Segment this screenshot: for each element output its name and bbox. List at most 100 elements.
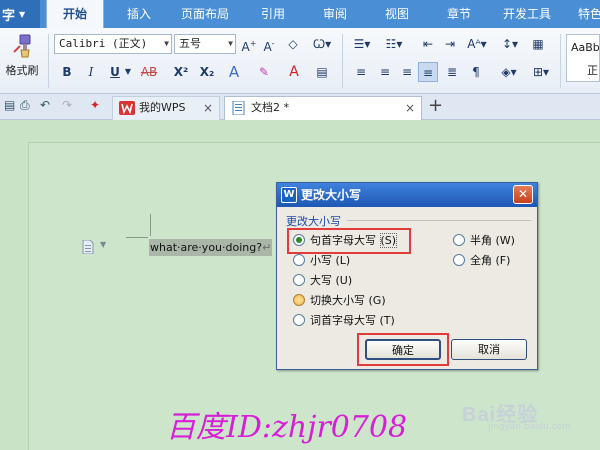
highlight-pen-icon[interactable]: ✎ — [254, 62, 274, 82]
chevron-down-icon[interactable]: ▼ — [164, 35, 169, 53]
pin-icon[interactable]: ✦ — [90, 98, 100, 112]
option-label: 词首字母大写 — [310, 314, 376, 327]
tab-insert[interactable]: 插入 — [112, 0, 166, 28]
ribbon-home-panel: 格式刷 Calibri (正文) ▼ 五号 ▼ A+ A- ◇ Ꞷ▾ B I U… — [0, 28, 600, 94]
tab-label: 文档2 * — [251, 101, 289, 114]
chevron-down-icon[interactable]: ▼ — [100, 240, 106, 249]
subscript-button[interactable]: X₂ — [196, 62, 218, 82]
tab-references[interactable]: 引用 — [246, 0, 300, 28]
option-shortcut: (L) — [335, 254, 351, 267]
radio-icon[interactable] — [293, 314, 305, 326]
increase-indent-icon[interactable]: ⇥ — [440, 34, 460, 54]
font-name-combo[interactable]: Calibri (正文) ▼ — [54, 34, 172, 54]
option-label: 大写 — [310, 274, 332, 287]
dialog-title-bar[interactable]: W 更改大小写 — [277, 183, 537, 207]
align-right-icon[interactable]: ≡ — [398, 62, 416, 82]
change-case-icon[interactable]: Aᴬ▾ — [464, 34, 490, 54]
char-shading-icon[interactable]: ▤ — [312, 62, 332, 82]
justify-icon[interactable]: ≡ — [418, 62, 438, 82]
wps-logo-icon — [119, 101, 135, 115]
option-title-case[interactable]: 词首字母大写 (T) — [293, 313, 395, 329]
paragraph-layout-icon[interactable] — [82, 240, 94, 254]
format-painter-button[interactable]: 格式刷 — [2, 32, 42, 90]
radio-icon[interactable] — [293, 254, 305, 266]
chevron-down-icon[interactable]: ▼ — [124, 62, 132, 82]
strikethrough-button[interactable]: AB — [136, 62, 162, 82]
shading-fill-icon[interactable]: ◈▾ — [496, 62, 522, 82]
tab-special[interactable]: 特色 — [570, 0, 600, 28]
change-case-dialog: W 更改大小写 ✕ 更改大小写 句首字母大写 (S) 小写 (L) 大写 (U)… — [276, 182, 538, 370]
chevron-down-icon[interactable]: ▼ — [228, 35, 233, 53]
watermark-text: 百度ID:zhjr0708 — [166, 410, 408, 445]
close-icon[interactable]: × — [405, 97, 415, 119]
font-size-value: 五号 — [179, 37, 201, 50]
table-icon[interactable]: ▦ — [528, 34, 548, 54]
print-preview-icon[interactable]: ⎙ — [20, 98, 30, 113]
option-toggle-case[interactable]: 切换大小写 (G) — [293, 293, 386, 309]
crop-mark — [126, 237, 148, 238]
style-preview-name: 正 — [587, 64, 598, 77]
bold-button[interactable]: B — [58, 62, 76, 82]
style-gallery[interactable]: AaBb 正 — [566, 34, 600, 82]
paragraph-settings-icon[interactable]: ¶ — [466, 62, 486, 82]
highlight-box — [287, 228, 411, 254]
group-divider — [347, 220, 531, 221]
tab-page-layout[interactable]: 页面布局 — [172, 0, 238, 28]
chevron-down-icon: ▼ — [19, 9, 26, 19]
bullet-list-icon[interactable]: ☰▾ — [350, 34, 374, 54]
superscript-button[interactable]: X² — [170, 62, 192, 82]
radio-icon[interactable] — [453, 234, 465, 246]
text-effect-icon[interactable]: A — [224, 62, 244, 82]
option-full-width[interactable]: 全角 (F) — [453, 253, 510, 269]
tab-document-2[interactable]: 文档2 * × — [224, 96, 422, 120]
font-size-combo[interactable]: 五号 ▼ — [174, 34, 236, 54]
italic-button[interactable]: I — [82, 62, 100, 82]
distribute-icon[interactable]: ≣ — [442, 62, 462, 82]
app-menu-button[interactable]: 字 ▼ — [0, 0, 40, 28]
document-text: what·are·you·doing? — [150, 241, 263, 254]
align-left-icon[interactable]: ≡ — [352, 62, 370, 82]
borders-icon[interactable]: ⊞▾ — [528, 62, 554, 82]
radio-icon[interactable] — [293, 274, 305, 286]
layout-icon[interactable]: ▤ — [4, 98, 15, 112]
option-uppercase[interactable]: 大写 (U) — [293, 273, 352, 289]
app-menu-label: 字 — [2, 8, 16, 24]
undo-icon[interactable]: ↶ — [40, 98, 50, 112]
tab-my-wps[interactable]: 我的WPS × — [112, 96, 220, 120]
radio-hover-icon[interactable] — [293, 294, 305, 306]
tab-developer[interactable]: 开发工具 — [494, 0, 560, 28]
line-spacing-icon[interactable]: ↕▾ — [498, 34, 522, 54]
numbered-list-icon[interactable]: ☷▾ — [382, 34, 406, 54]
grow-font-icon[interactable]: A+ — [240, 34, 258, 54]
style-preview-text: AaBb — [571, 41, 600, 54]
close-button[interactable]: ✕ — [513, 185, 533, 204]
format-painter-label: 格式刷 — [5, 64, 39, 77]
document-tab-bar: ▤ ⎙ ↶ ↷ ✦ 我的WPS × 文档2 * × + — [0, 94, 600, 120]
shrink-font-icon[interactable]: A- — [260, 34, 278, 54]
tab-view[interactable]: 视图 — [370, 0, 424, 28]
align-center-icon[interactable]: ≡ — [376, 62, 394, 82]
tab-home[interactable]: 开始 — [46, 0, 104, 28]
cancel-button[interactable]: 取消 — [451, 339, 527, 360]
divider — [342, 34, 343, 88]
redo-icon[interactable]: ↷ — [62, 98, 72, 112]
paragraph-mark: ↵ — [262, 241, 272, 254]
font-color-icon[interactable]: A — [284, 62, 304, 82]
close-icon[interactable]: × — [203, 97, 213, 119]
selected-document-text[interactable]: what·are·you·doing?↵ — [149, 239, 273, 256]
clear-format-icon[interactable]: ◇ — [282, 34, 304, 54]
tab-review[interactable]: 审阅 — [308, 0, 362, 28]
option-label: 小写 — [310, 254, 332, 267]
new-tab-button[interactable]: + — [428, 95, 443, 116]
tab-section[interactable]: 章节 — [432, 0, 486, 28]
pinyin-guide-icon[interactable]: Ꞷ▾ — [308, 34, 336, 54]
option-half-width[interactable]: 半角 (W) — [453, 233, 515, 249]
divider — [48, 34, 49, 88]
group-label: 更改大小写 — [286, 215, 341, 228]
option-shortcut: (G) — [368, 294, 386, 307]
underline-button[interactable]: U — [106, 62, 124, 82]
option-label: 全角 — [470, 254, 492, 267]
decrease-indent-icon[interactable]: ⇤ — [418, 34, 438, 54]
option-lowercase[interactable]: 小写 (L) — [293, 253, 350, 269]
radio-icon[interactable] — [453, 254, 465, 266]
